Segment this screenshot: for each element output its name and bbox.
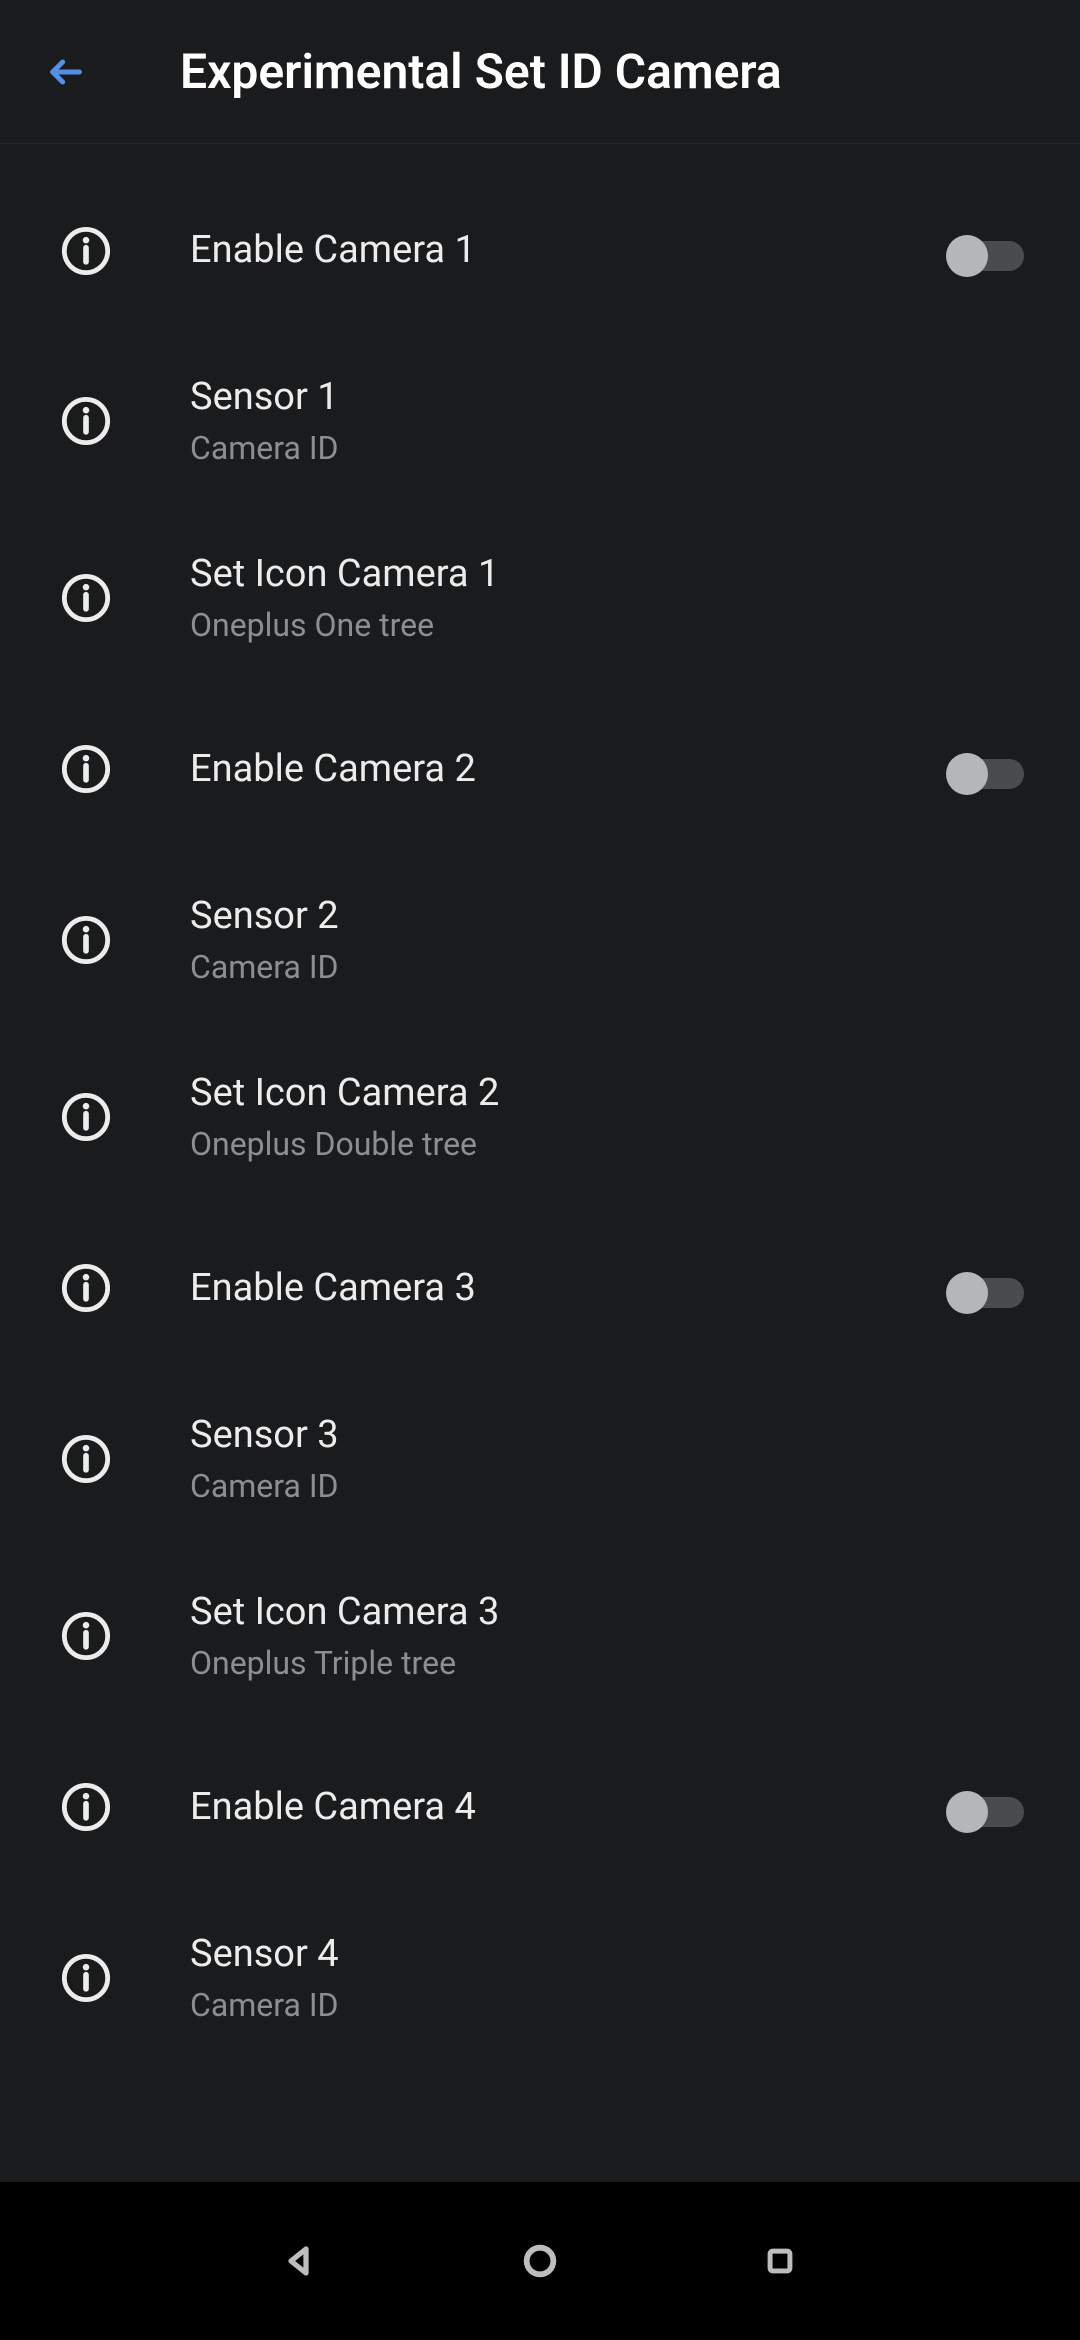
row-title: Enable Camera 2	[190, 745, 926, 794]
info-icon	[60, 1262, 112, 1314]
row-subtitle: Oneplus Double tree	[190, 1124, 1030, 1166]
row-set-icon-camera-3[interactable]: Set Icon Camera 3 Oneplus Triple tree	[0, 1548, 1080, 1725]
row-enable-camera-4[interactable]: Enable Camera 4	[0, 1725, 1080, 1890]
info-icon-wrap	[60, 1262, 112, 1314]
row-text: Sensor 4 Camera ID	[190, 1930, 1030, 2027]
info-icon	[60, 225, 112, 277]
info-icon	[60, 395, 112, 447]
switch-thumb	[946, 753, 988, 795]
row-subtitle: Camera ID	[190, 428, 1030, 470]
switch-thumb	[946, 1791, 988, 1833]
app-bar: Experimental Set ID Camera	[0, 0, 1080, 144]
row-title: Set Icon Camera 1	[190, 550, 1030, 599]
switch-thumb	[946, 235, 988, 277]
row-text: Enable Camera 3	[190, 1264, 926, 1313]
nav-home-button[interactable]	[515, 2236, 565, 2286]
nav-back-button[interactable]	[275, 2236, 325, 2286]
row-text: Sensor 1 Camera ID	[190, 373, 1030, 470]
row-title: Sensor 2	[190, 892, 1030, 941]
triangle-back-icon	[282, 2243, 318, 2279]
row-text: Set Icon Camera 1 Oneplus One tree	[190, 550, 1030, 647]
row-subtitle: Oneplus Triple tree	[190, 1643, 1030, 1685]
info-icon	[60, 572, 112, 624]
info-icon-wrap	[60, 1952, 112, 2004]
row-set-icon-camera-2[interactable]: Set Icon Camera 2 Oneplus Double tree	[0, 1029, 1080, 1206]
info-icon-wrap	[60, 572, 112, 624]
row-text: Sensor 2 Camera ID	[190, 892, 1030, 989]
switch-thumb	[946, 1272, 988, 1314]
toggle-enable-camera-4[interactable]	[946, 1789, 1030, 1835]
info-icon	[60, 1610, 112, 1662]
arrow-left-icon	[46, 52, 86, 92]
nav-recent-button[interactable]	[755, 2236, 805, 2286]
info-icon	[60, 914, 112, 966]
row-title: Enable Camera 1	[190, 226, 926, 275]
info-icon-wrap	[60, 743, 112, 795]
info-icon-wrap	[60, 1610, 112, 1662]
row-enable-camera-1[interactable]: Enable Camera 1	[0, 168, 1080, 333]
info-icon-wrap	[60, 1091, 112, 1143]
row-subtitle: Oneplus One tree	[190, 605, 1030, 647]
system-nav-bar	[0, 2182, 1080, 2340]
row-subtitle: Camera ID	[190, 947, 1030, 989]
info-icon	[60, 743, 112, 795]
row-sensor-2[interactable]: Sensor 2 Camera ID	[0, 852, 1080, 1029]
row-title: Set Icon Camera 2	[190, 1069, 1030, 1118]
row-subtitle: Camera ID	[190, 1985, 1030, 2027]
row-sensor-3[interactable]: Sensor 3 Camera ID	[0, 1371, 1080, 1548]
row-subtitle: Camera ID	[190, 1466, 1030, 1508]
row-sensor-1[interactable]: Sensor 1 Camera ID	[0, 333, 1080, 510]
square-recent-icon	[763, 2244, 797, 2278]
info-icon	[60, 1091, 112, 1143]
row-text: Enable Camera 4	[190, 1783, 926, 1832]
info-icon-wrap	[60, 1433, 112, 1485]
row-title: Set Icon Camera 3	[190, 1588, 1030, 1637]
row-text: Enable Camera 1	[190, 226, 926, 275]
info-icon-wrap	[60, 1781, 112, 1833]
row-title: Sensor 3	[190, 1411, 1030, 1460]
settings-list[interactable]: Enable Camera 1 Sensor 1 Camera ID Set Icon…	[0, 144, 1080, 2182]
page-title: Experimental Set ID Camera	[180, 43, 782, 100]
info-icon	[60, 1952, 112, 2004]
info-icon	[60, 1433, 112, 1485]
info-icon-wrap	[60, 225, 112, 277]
row-text: Set Icon Camera 3 Oneplus Triple tree	[190, 1588, 1030, 1685]
row-text: Enable Camera 2	[190, 745, 926, 794]
screen: Experimental Set ID Camera Enable Camera…	[0, 0, 1080, 2340]
row-title: Enable Camera 3	[190, 1264, 926, 1313]
row-enable-camera-3[interactable]: Enable Camera 3	[0, 1206, 1080, 1371]
circle-home-icon	[520, 2241, 560, 2281]
info-icon-wrap	[60, 914, 112, 966]
back-button[interactable]	[42, 48, 90, 96]
toggle-enable-camera-3[interactable]	[946, 1270, 1030, 1316]
row-sensor-4[interactable]: Sensor 4 Camera ID	[0, 1890, 1080, 2067]
row-enable-camera-2[interactable]: Enable Camera 2	[0, 687, 1080, 852]
row-title: Sensor 1	[190, 373, 1030, 422]
toggle-enable-camera-2[interactable]	[946, 751, 1030, 797]
toggle-enable-camera-1[interactable]	[946, 233, 1030, 279]
info-icon	[60, 1781, 112, 1833]
row-title: Sensor 4	[190, 1930, 1030, 1979]
info-icon-wrap	[60, 395, 112, 447]
row-text: Set Icon Camera 2 Oneplus Double tree	[190, 1069, 1030, 1166]
row-set-icon-camera-1[interactable]: Set Icon Camera 1 Oneplus One tree	[0, 510, 1080, 687]
row-title: Enable Camera 4	[190, 1783, 926, 1832]
row-text: Sensor 3 Camera ID	[190, 1411, 1030, 1508]
